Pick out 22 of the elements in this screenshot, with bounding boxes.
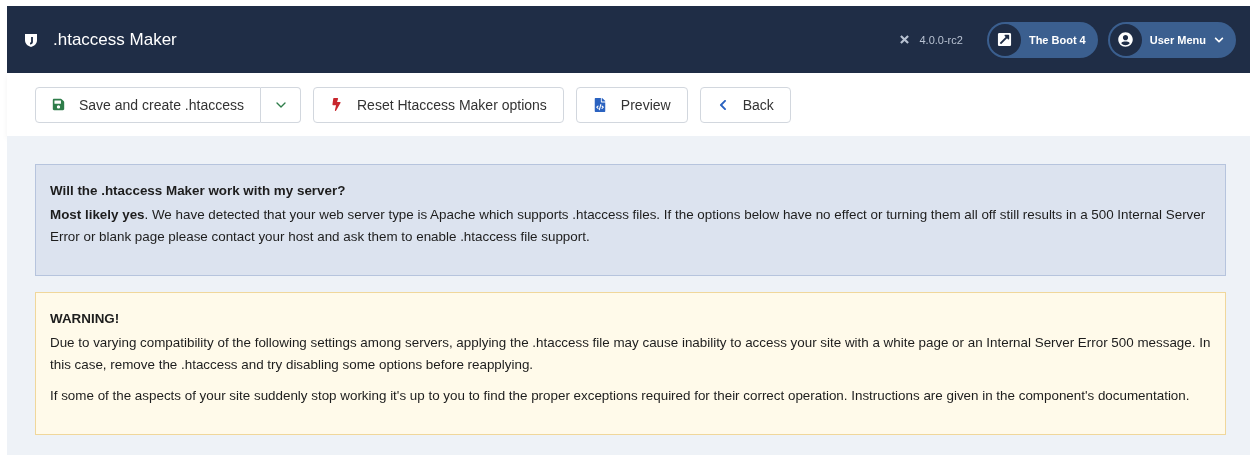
cms-logo-icon [900, 35, 910, 44]
reset-button[interactable]: Reset Htaccess Maker options [313, 86, 564, 123]
site-link-button[interactable]: The Boot 4 [986, 21, 1098, 58]
external-link-icon [997, 32, 1013, 47]
user-menu-button[interactable]: User Menu [1107, 21, 1236, 58]
alert-text: Due to varying compatibility of the following settings among servers, applying the .htaccess file may cause inability to access your site with a white page or an Internal Server Error 500 message. In this case, remove the .htaccess and try disabling some options before reapplying. [50, 334, 1211, 374]
alert-heading: Will the .htaccess Maker work with my server? [50, 182, 347, 200]
shield-logo-icon [23, 31, 39, 48]
save-icon [52, 98, 65, 111]
user-icon [1118, 32, 1134, 47]
dropdown-toggle-button[interactable] [261, 86, 301, 123]
app-title: .htaccess Maker [53, 29, 178, 50]
bolt-icon [330, 98, 343, 111]
file-code-icon [592, 97, 607, 112]
alert-heading: WARNING! [50, 310, 121, 328]
alert-text: Most likely yes. We have detected that your web server type is Apache which supports .htaccess files. If the options below have no effect or turning them all off still results in a 500 Internal Server Error or blank page please contact your host and ask them to enable .htaccess file support. [50, 206, 1207, 246]
alert-text: If some of the aspects of your site suddenly stop working it's up to you to find the proper exceptions required for their correct operation. Instructions are given in the component's documentation. [50, 387, 1191, 405]
version-label: 4.0.0-rc2 [919, 33, 963, 46]
preview-button[interactable]: Preview [575, 86, 688, 123]
save-button[interactable]: Save and create .htaccess [35, 86, 261, 123]
back-button[interactable]: Back [699, 86, 791, 123]
caret-icon [1214, 34, 1224, 45]
